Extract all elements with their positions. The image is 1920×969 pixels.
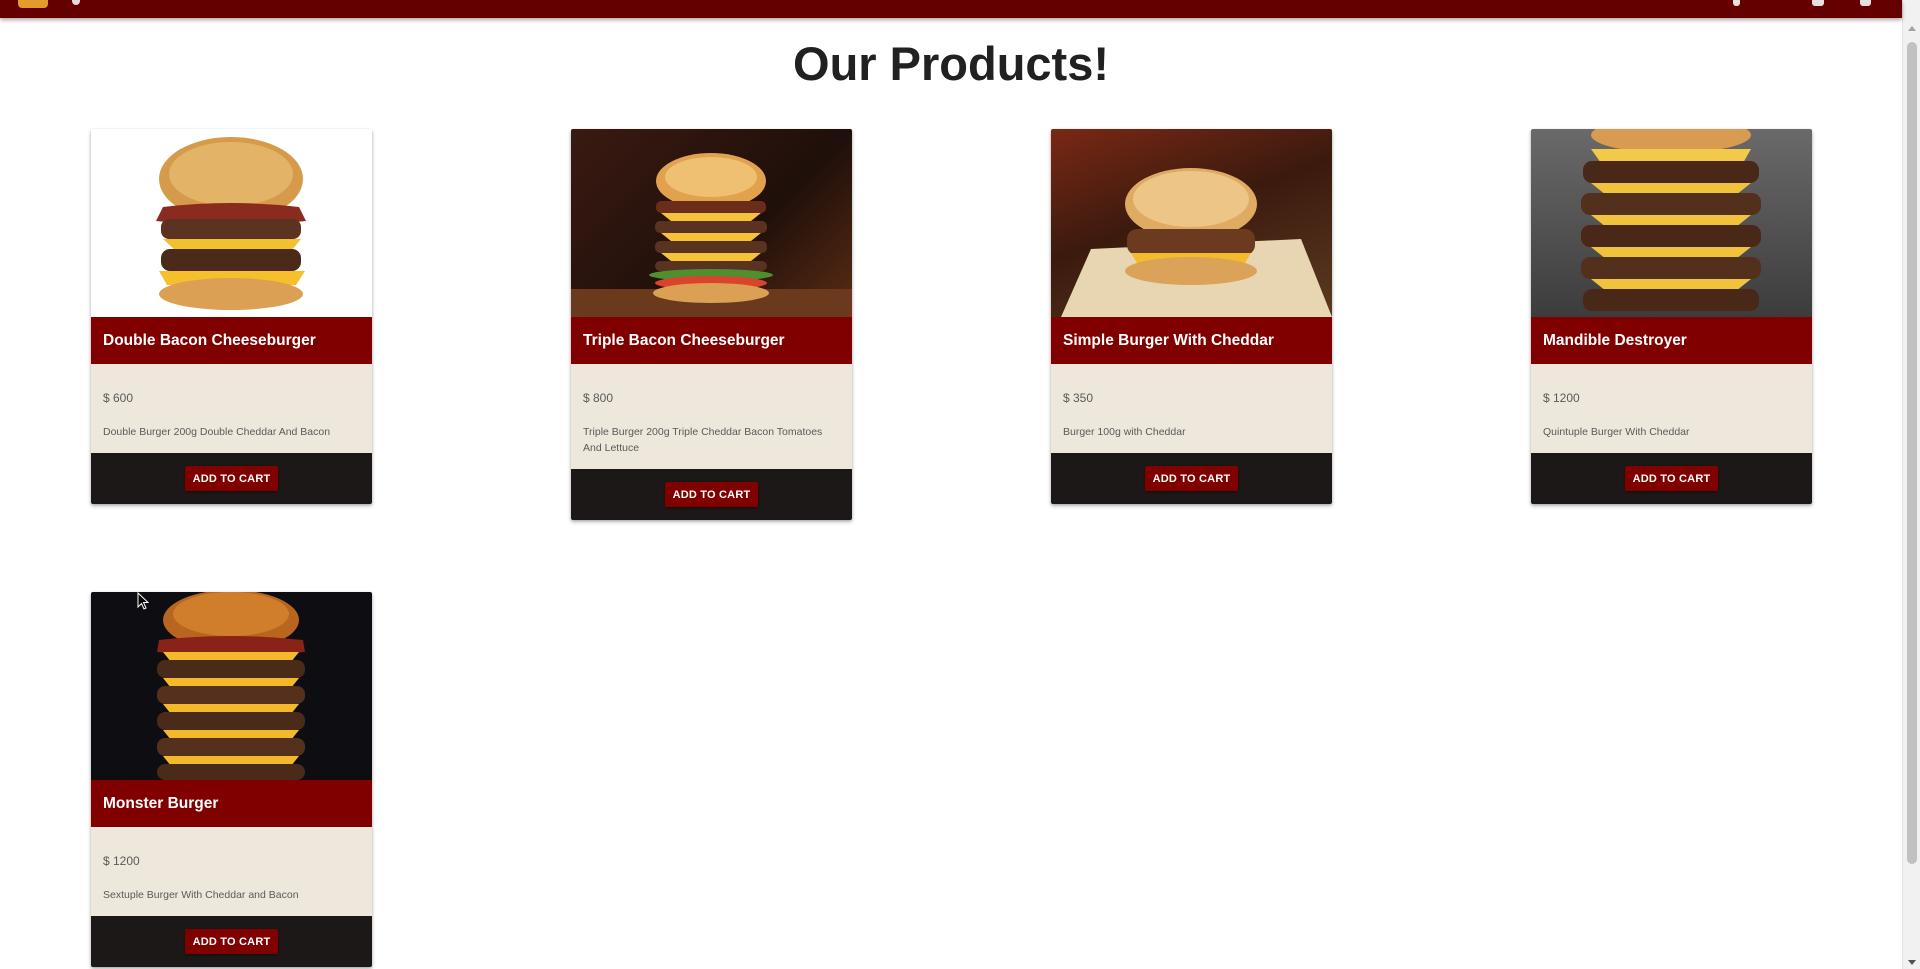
product-name: Mandible Destroyer bbox=[1531, 317, 1812, 364]
product-name: Double Bacon Cheeseburger bbox=[91, 317, 372, 364]
product-details: $ 350 Burger 100g with Cheddar bbox=[1051, 364, 1332, 453]
product-description: Quintuple Burger With Cheddar bbox=[1543, 426, 1690, 438]
product-description: Burger 100g with Cheddar bbox=[1063, 426, 1186, 438]
card-actions: ADD TO CART bbox=[1051, 453, 1332, 504]
product-image bbox=[91, 592, 372, 780]
burger-image-icon bbox=[1061, 168, 1332, 317]
product-description: Triple Burger 200g Triple Cheddar Bacon … bbox=[583, 426, 823, 454]
product-card: Triple Bacon Cheeseburger $ 800 Triple B… bbox=[571, 129, 852, 520]
vertical-scrollbar[interactable] bbox=[1902, 0, 1920, 969]
burger-image-icon bbox=[157, 592, 305, 780]
product-price: $ 1200 bbox=[1543, 391, 1580, 405]
card-actions: ADD TO CART bbox=[91, 916, 372, 967]
add-to-cart-button[interactable]: ADD TO CART bbox=[1624, 466, 1719, 491]
brand-mark-icon bbox=[72, 0, 80, 5]
card-actions: ADD TO CART bbox=[571, 469, 852, 520]
product-image bbox=[1531, 129, 1812, 317]
product-name: Simple Burger With Cheddar bbox=[1051, 317, 1332, 364]
card-actions: ADD TO CART bbox=[1531, 453, 1812, 504]
scroll-down-icon[interactable] bbox=[1908, 960, 1916, 965]
burger-image-icon bbox=[156, 137, 306, 310]
product-image bbox=[1051, 129, 1332, 317]
add-to-cart-button[interactable]: ADD TO CART bbox=[1144, 466, 1239, 491]
product-price: $ 600 bbox=[103, 391, 134, 405]
product-description: Sextuple Burger With Cheddar and Bacon bbox=[103, 889, 299, 901]
account-icon[interactable] bbox=[1733, 0, 1740, 6]
mouse-cursor-icon bbox=[137, 592, 149, 610]
product-image bbox=[91, 129, 372, 317]
product-details: $ 800 Triple Burger 200g Triple Cheddar … bbox=[571, 364, 852, 469]
product-card: Double Bacon Cheeseburger $ 600 Double B… bbox=[91, 129, 372, 504]
product-card: Monster Burger $ 1200 Sextuple Burger Wi… bbox=[91, 592, 372, 967]
burger-image-icon bbox=[1581, 129, 1761, 311]
scrollbar-thumb[interactable] bbox=[1907, 42, 1917, 864]
product-price: $ 1200 bbox=[103, 854, 140, 868]
add-to-cart-button[interactable]: ADD TO CART bbox=[664, 482, 759, 507]
product-price: $ 350 bbox=[1063, 391, 1094, 405]
product-card: Simple Burger With Cheddar $ 350 Burger … bbox=[1051, 129, 1332, 504]
product-description: Double Burger 200g Double Cheddar And Ba… bbox=[103, 426, 331, 438]
product-name: Triple Bacon Cheeseburger bbox=[571, 317, 852, 364]
burger-image-icon bbox=[571, 153, 852, 317]
product-card: Mandible Destroyer $ 1200 Quintuple Burg… bbox=[1531, 129, 1812, 504]
cart-icon[interactable] bbox=[1860, 0, 1871, 6]
card-actions: ADD TO CART bbox=[91, 453, 372, 504]
product-details: $ 1200 Quintuple Burger With Cheddar bbox=[1531, 364, 1812, 453]
top-app-bar bbox=[0, 0, 1902, 18]
login-icon[interactable] bbox=[1812, 0, 1824, 6]
scroll-up-icon[interactable] bbox=[1908, 26, 1916, 31]
burger-logo-icon[interactable] bbox=[18, 0, 48, 8]
add-to-cart-button[interactable]: ADD TO CART bbox=[184, 929, 279, 954]
product-name: Monster Burger bbox=[91, 780, 372, 827]
product-details: $ 600 Double Burger 200g Double Cheddar … bbox=[91, 364, 372, 453]
product-details: $ 1200 Sextuple Burger With Cheddar and … bbox=[91, 827, 372, 916]
add-to-cart-button[interactable]: ADD TO CART bbox=[184, 466, 279, 491]
page-title: Our Products! bbox=[793, 37, 1109, 90]
product-price: $ 800 bbox=[583, 391, 614, 405]
product-image bbox=[571, 129, 852, 317]
